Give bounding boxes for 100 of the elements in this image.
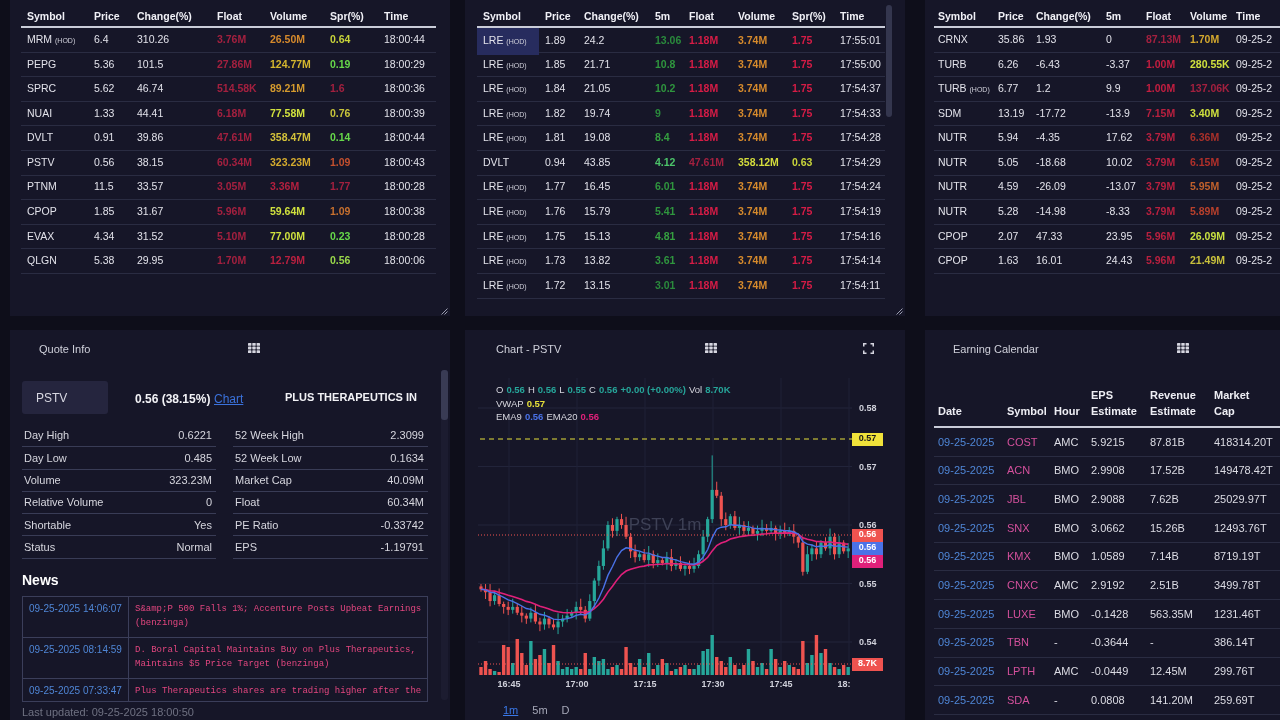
timeframe-tab[interactable]: D: [561, 703, 570, 717]
table-cell-text: 3.74M: [738, 130, 768, 146]
stat-value: 0.485: [184, 450, 212, 466]
table-cell-text: 6.36M: [1190, 130, 1220, 146]
table-cell-text: 17:54:24: [840, 179, 881, 195]
scrollbar-track[interactable]: [441, 370, 448, 700]
symbol-field[interactable]: PSTV: [22, 381, 108, 414]
symbol-cell[interactable]: CRNX: [938, 31, 968, 48]
stat-label: Shortable: [24, 517, 72, 533]
table-cell-text: 1.82: [545, 105, 566, 121]
table-cell: 09-25-2: [1236, 81, 1273, 97]
table-cell: 87.81B: [1150, 435, 1185, 448]
table-cell-text: 358.12M: [738, 154, 779, 170]
column-header: Spr(%): [792, 10, 826, 22]
symbol-cell[interactable]: PEPG: [27, 56, 57, 73]
table-cell: 17:54:37: [840, 81, 881, 97]
table-cell: 0.0808: [1091, 693, 1125, 706]
symbol-cell[interactable]: CPOP: [938, 228, 968, 245]
table-cell: 5.38: [94, 253, 115, 269]
symbol-cell[interactable]: NUTR: [938, 204, 968, 220]
symbol-cell[interactable]: NUTR: [938, 130, 968, 147]
symbol-cell[interactable]: PSTV: [27, 154, 55, 171]
symbol-cell[interactable]: DVLT: [483, 154, 510, 171]
table-cell: -: [1150, 636, 1154, 649]
symbol-cell[interactable]: CPOP: [27, 204, 57, 220]
column-header: Time: [1236, 10, 1261, 22]
table-cell-text: 0.94: [545, 154, 566, 170]
grid-icon[interactable]: [1177, 343, 1189, 353]
symbol-cell[interactable]: CPOP: [938, 253, 968, 269]
symbol-cell[interactable]: QLGN: [27, 253, 57, 269]
chart-link[interactable]: Chart: [214, 391, 244, 406]
symbol-cell[interactable]: NUTR: [938, 179, 968, 196]
grid-icon[interactable]: [248, 343, 260, 353]
stat-label: Status: [24, 539, 56, 555]
scrollbar-thumb[interactable]: [441, 370, 448, 420]
table-cell-text: 0.56: [94, 154, 115, 170]
table-cell-text: 280.55K: [1190, 56, 1230, 72]
legend-value: 0.56: [524, 410, 544, 424]
table-cell: BMO: [1054, 464, 1080, 477]
table-cell: JBL: [1007, 492, 1026, 505]
symbol-cell[interactable]: SDM: [938, 105, 962, 122]
symbol-cell[interactable]: SPRC: [27, 81, 57, 97]
symbol-cell[interactable]: NUTR: [938, 154, 968, 171]
table-cell: AMC: [1054, 665, 1079, 678]
table-cell-text: 33.57: [137, 179, 164, 195]
table-cell-text: 18:00:28: [384, 228, 425, 244]
table-cell-text: 0.64: [330, 31, 351, 47]
table-cell: 09-25-2025: [938, 579, 995, 592]
news-headline[interactable]: D. Boral Capital Maintains Buy on Plus Therapeutics, Maintains $5 Price Target (benzinga): [135, 642, 424, 671]
table-cell-text: 10.8: [655, 56, 676, 72]
symbol-cell[interactable]: DVLT: [27, 130, 54, 147]
news-headline[interactable]: S&amp;P 500 Falls 1%; Accenture Posts Upbeat Earnings (benzinga): [135, 601, 424, 630]
column-header: Revenue Estimate: [1150, 388, 1196, 419]
resize-handle-icon[interactable]: [441, 308, 448, 315]
stat-label: Day Low: [24, 450, 67, 466]
table-cell: -: [1054, 693, 1058, 706]
table-cell-text: 18:00:44: [384, 130, 425, 146]
table-cell-text: 1.18M: [689, 277, 719, 293]
stat-value: 0: [205, 495, 212, 511]
symbol-cell[interactable]: TURB: [938, 56, 967, 73]
scrollbar-thumb[interactable]: [886, 5, 892, 117]
news-headline[interactable]: Plus Therapeutics shares are trading higher after the: [135, 683, 424, 698]
table-cell-text: 6.01: [655, 179, 676, 195]
symbol-cell[interactable]: PTNM: [27, 179, 57, 196]
timeframe-tab[interactable]: 5m: [532, 703, 548, 717]
table-cell-text: -3.37: [1106, 56, 1130, 72]
table-cell: 3.74M: [738, 81, 768, 97]
table-cell: 3499.78T: [1214, 579, 1261, 592]
column-header: Spr(%): [330, 10, 364, 22]
table-cell: 21.05: [584, 81, 611, 97]
table-cell: 18:00:36: [384, 81, 425, 97]
table-cell-text: 17:54:16: [840, 228, 881, 244]
table-cell-text: -4.35: [1036, 130, 1060, 146]
table-cell-text: 5.96M: [1146, 228, 1176, 244]
table-cell-text: 1.75: [792, 33, 813, 49]
table-cell: 5.89M: [1190, 204, 1220, 220]
table-cell-text: 17:55:01: [840, 33, 881, 49]
column-header: Float: [689, 10, 715, 22]
table-cell-text: 19.08: [584, 130, 611, 146]
table-cell-text: 26.09M: [1190, 228, 1226, 244]
grid-icon[interactable]: [705, 343, 717, 353]
table-cell: 1.84: [545, 81, 566, 97]
fullscreen-icon[interactable]: [863, 342, 874, 354]
symbol-cell[interactable]: EVAX: [27, 228, 55, 245]
time-axis-label: 17:15: [633, 679, 657, 689]
table-cell: 141.20M: [1150, 693, 1193, 706]
stat-label: Market Cap: [235, 473, 292, 488]
legend-label: VWAP: [496, 396, 524, 410]
table-cell: 17:54:14: [840, 253, 881, 269]
column-header: Volume: [270, 10, 308, 22]
column-header: Price: [998, 10, 1024, 22]
timeframe-tab[interactable]: 1m: [503, 703, 519, 717]
section-heading: News: [22, 570, 59, 589]
table-cell-text: 1.75: [792, 277, 813, 293]
volume-label: 8.7K: [852, 657, 883, 671]
stat-label: Volume: [24, 473, 61, 488]
resize-handle-icon[interactable]: [896, 308, 903, 315]
table-cell: 31.67: [137, 204, 164, 220]
symbol-cell[interactable]: NUAI: [27, 105, 53, 122]
table-cell: BMO: [1054, 492, 1080, 505]
